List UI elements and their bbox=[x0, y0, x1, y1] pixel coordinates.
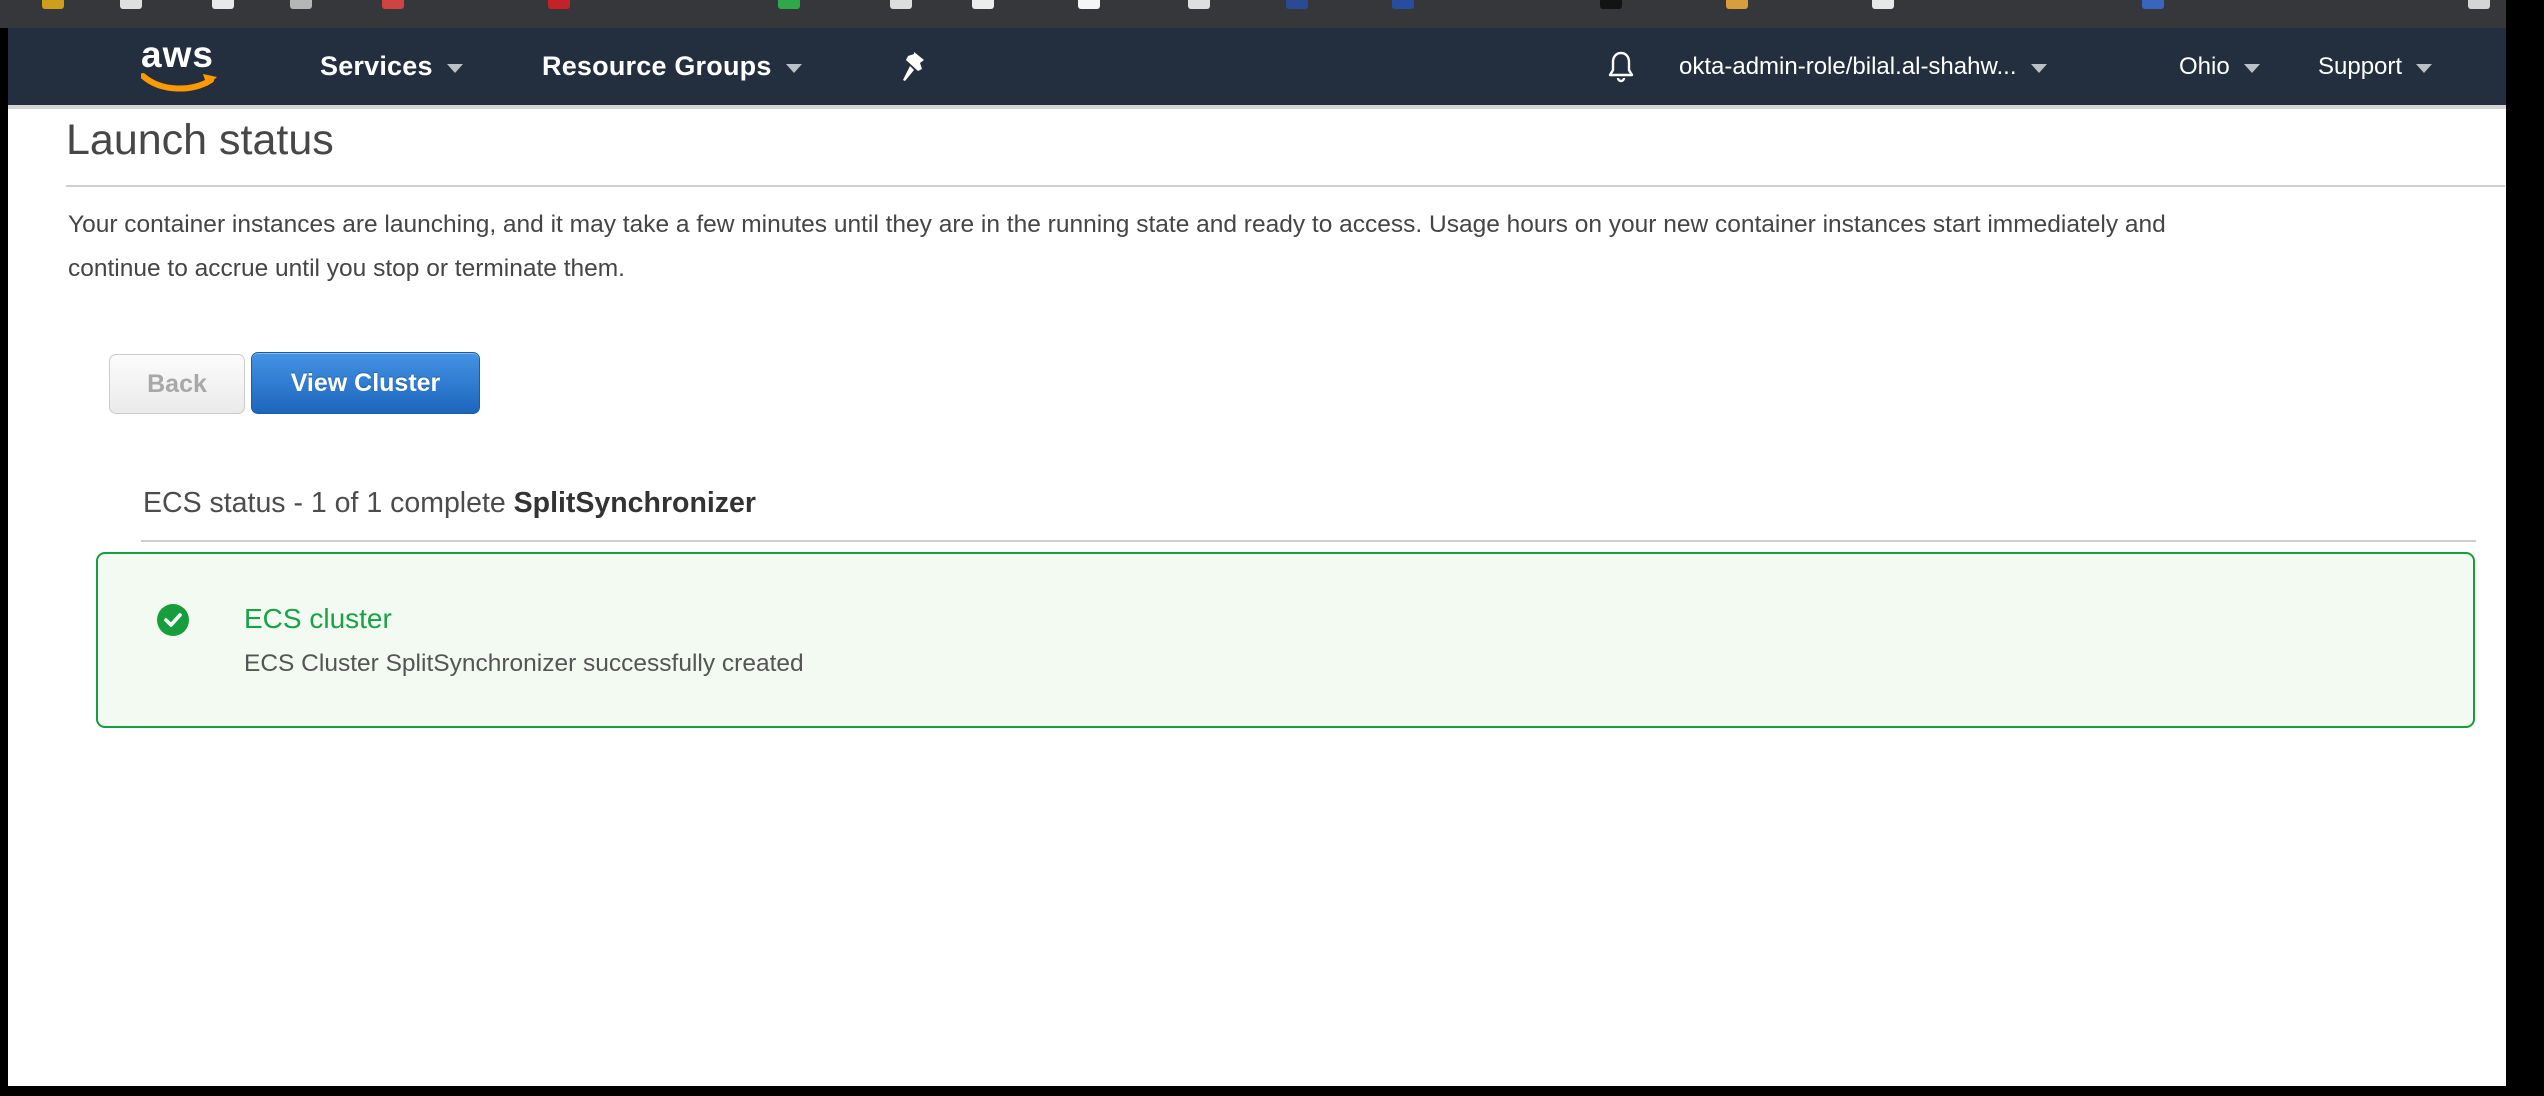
ecs-cluster-name: SplitSynchronizer bbox=[514, 487, 756, 519]
browser-extension-icon[interactable] bbox=[212, 0, 234, 9]
browser-extension-icon[interactable] bbox=[2468, 0, 2490, 9]
ecs-cluster-success-panel: ECS cluster ECS Cluster SplitSynchronize… bbox=[96, 552, 2475, 728]
chevron-down-icon bbox=[2244, 64, 2260, 73]
view-cluster-button[interactable]: View Cluster bbox=[251, 352, 480, 414]
nav-services-menu[interactable]: Services bbox=[320, 28, 463, 105]
browser-extension-icon[interactable] bbox=[1078, 0, 1100, 9]
aws-logo-text: aws bbox=[141, 38, 221, 72]
chevron-down-icon bbox=[2416, 64, 2432, 73]
nav-services-label: Services bbox=[320, 51, 433, 82]
chevron-down-icon bbox=[447, 64, 463, 73]
browser-extension-icon[interactable] bbox=[778, 0, 800, 9]
browser-extension-icon[interactable] bbox=[42, 0, 64, 9]
browser-extension-icon[interactable] bbox=[382, 0, 404, 9]
chevron-down-icon bbox=[786, 64, 802, 73]
nav-resource-groups-menu[interactable]: Resource Groups bbox=[542, 28, 802, 105]
browser-toolbar-strip bbox=[0, 0, 2506, 28]
success-panel-title: ECS cluster bbox=[244, 603, 392, 635]
pin-icon[interactable] bbox=[898, 28, 928, 105]
screenshot-left-edge bbox=[0, 10, 8, 1096]
nav-support-menu[interactable]: Support bbox=[2318, 28, 2432, 105]
back-button[interactable]: Back bbox=[109, 354, 245, 414]
ecs-status-header: ECS status - 1 of 1 complete SplitSynchr… bbox=[143, 487, 756, 520]
nav-resource-groups-label: Resource Groups bbox=[542, 51, 772, 82]
browser-extension-icon[interactable] bbox=[1188, 0, 1210, 9]
launch-status-page: Launch status Your container instances a… bbox=[8, 109, 2506, 1086]
nav-region-menu[interactable]: Ohio bbox=[2179, 28, 2260, 105]
nav-account-label: okta-admin-role/bilal.al-shahw... bbox=[1679, 53, 2017, 81]
browser-extension-icon[interactable] bbox=[1872, 0, 1894, 9]
browser-extension-icon[interactable] bbox=[1726, 0, 1748, 9]
screenshot-right-edge bbox=[2506, 0, 2544, 1096]
browser-extension-icon[interactable] bbox=[548, 0, 570, 9]
browser-extension-icon[interactable] bbox=[120, 0, 142, 9]
aws-smile-swoosh bbox=[141, 72, 219, 94]
browser-extension-icon[interactable] bbox=[1392, 0, 1414, 9]
browser-extension-icon[interactable] bbox=[890, 0, 912, 9]
success-panel-description: ECS Cluster SplitSynchronizer successful… bbox=[244, 650, 804, 678]
launch-description: Your container instances are launching, … bbox=[68, 203, 2500, 291]
browser-extension-icon[interactable] bbox=[972, 0, 994, 9]
success-check-icon bbox=[157, 604, 189, 636]
ecs-status-divider bbox=[141, 540, 2476, 542]
aws-navbar: aws Services Resource Groups okta-admin-… bbox=[8, 28, 2506, 105]
browser-extension-icon[interactable] bbox=[1286, 0, 1308, 9]
nav-support-label: Support bbox=[2318, 53, 2402, 81]
browser-extension-icon[interactable] bbox=[290, 0, 312, 9]
page-title: Launch status bbox=[66, 116, 334, 165]
notifications-bell-icon[interactable] bbox=[1606, 28, 1636, 105]
ecs-status-text: ECS status - 1 of 1 complete bbox=[143, 487, 514, 519]
nav-account-menu[interactable]: okta-admin-role/bilal.al-shahw... bbox=[1679, 28, 2047, 105]
aws-logo[interactable]: aws bbox=[141, 38, 221, 96]
browser-extension-icon[interactable] bbox=[2142, 0, 2164, 9]
title-divider bbox=[66, 185, 2505, 187]
nav-region-label: Ohio bbox=[2179, 53, 2230, 81]
screenshot-bottom-edge bbox=[0, 1086, 2544, 1096]
browser-extension-icon[interactable] bbox=[1600, 0, 1622, 9]
chevron-down-icon bbox=[2031, 64, 2047, 73]
